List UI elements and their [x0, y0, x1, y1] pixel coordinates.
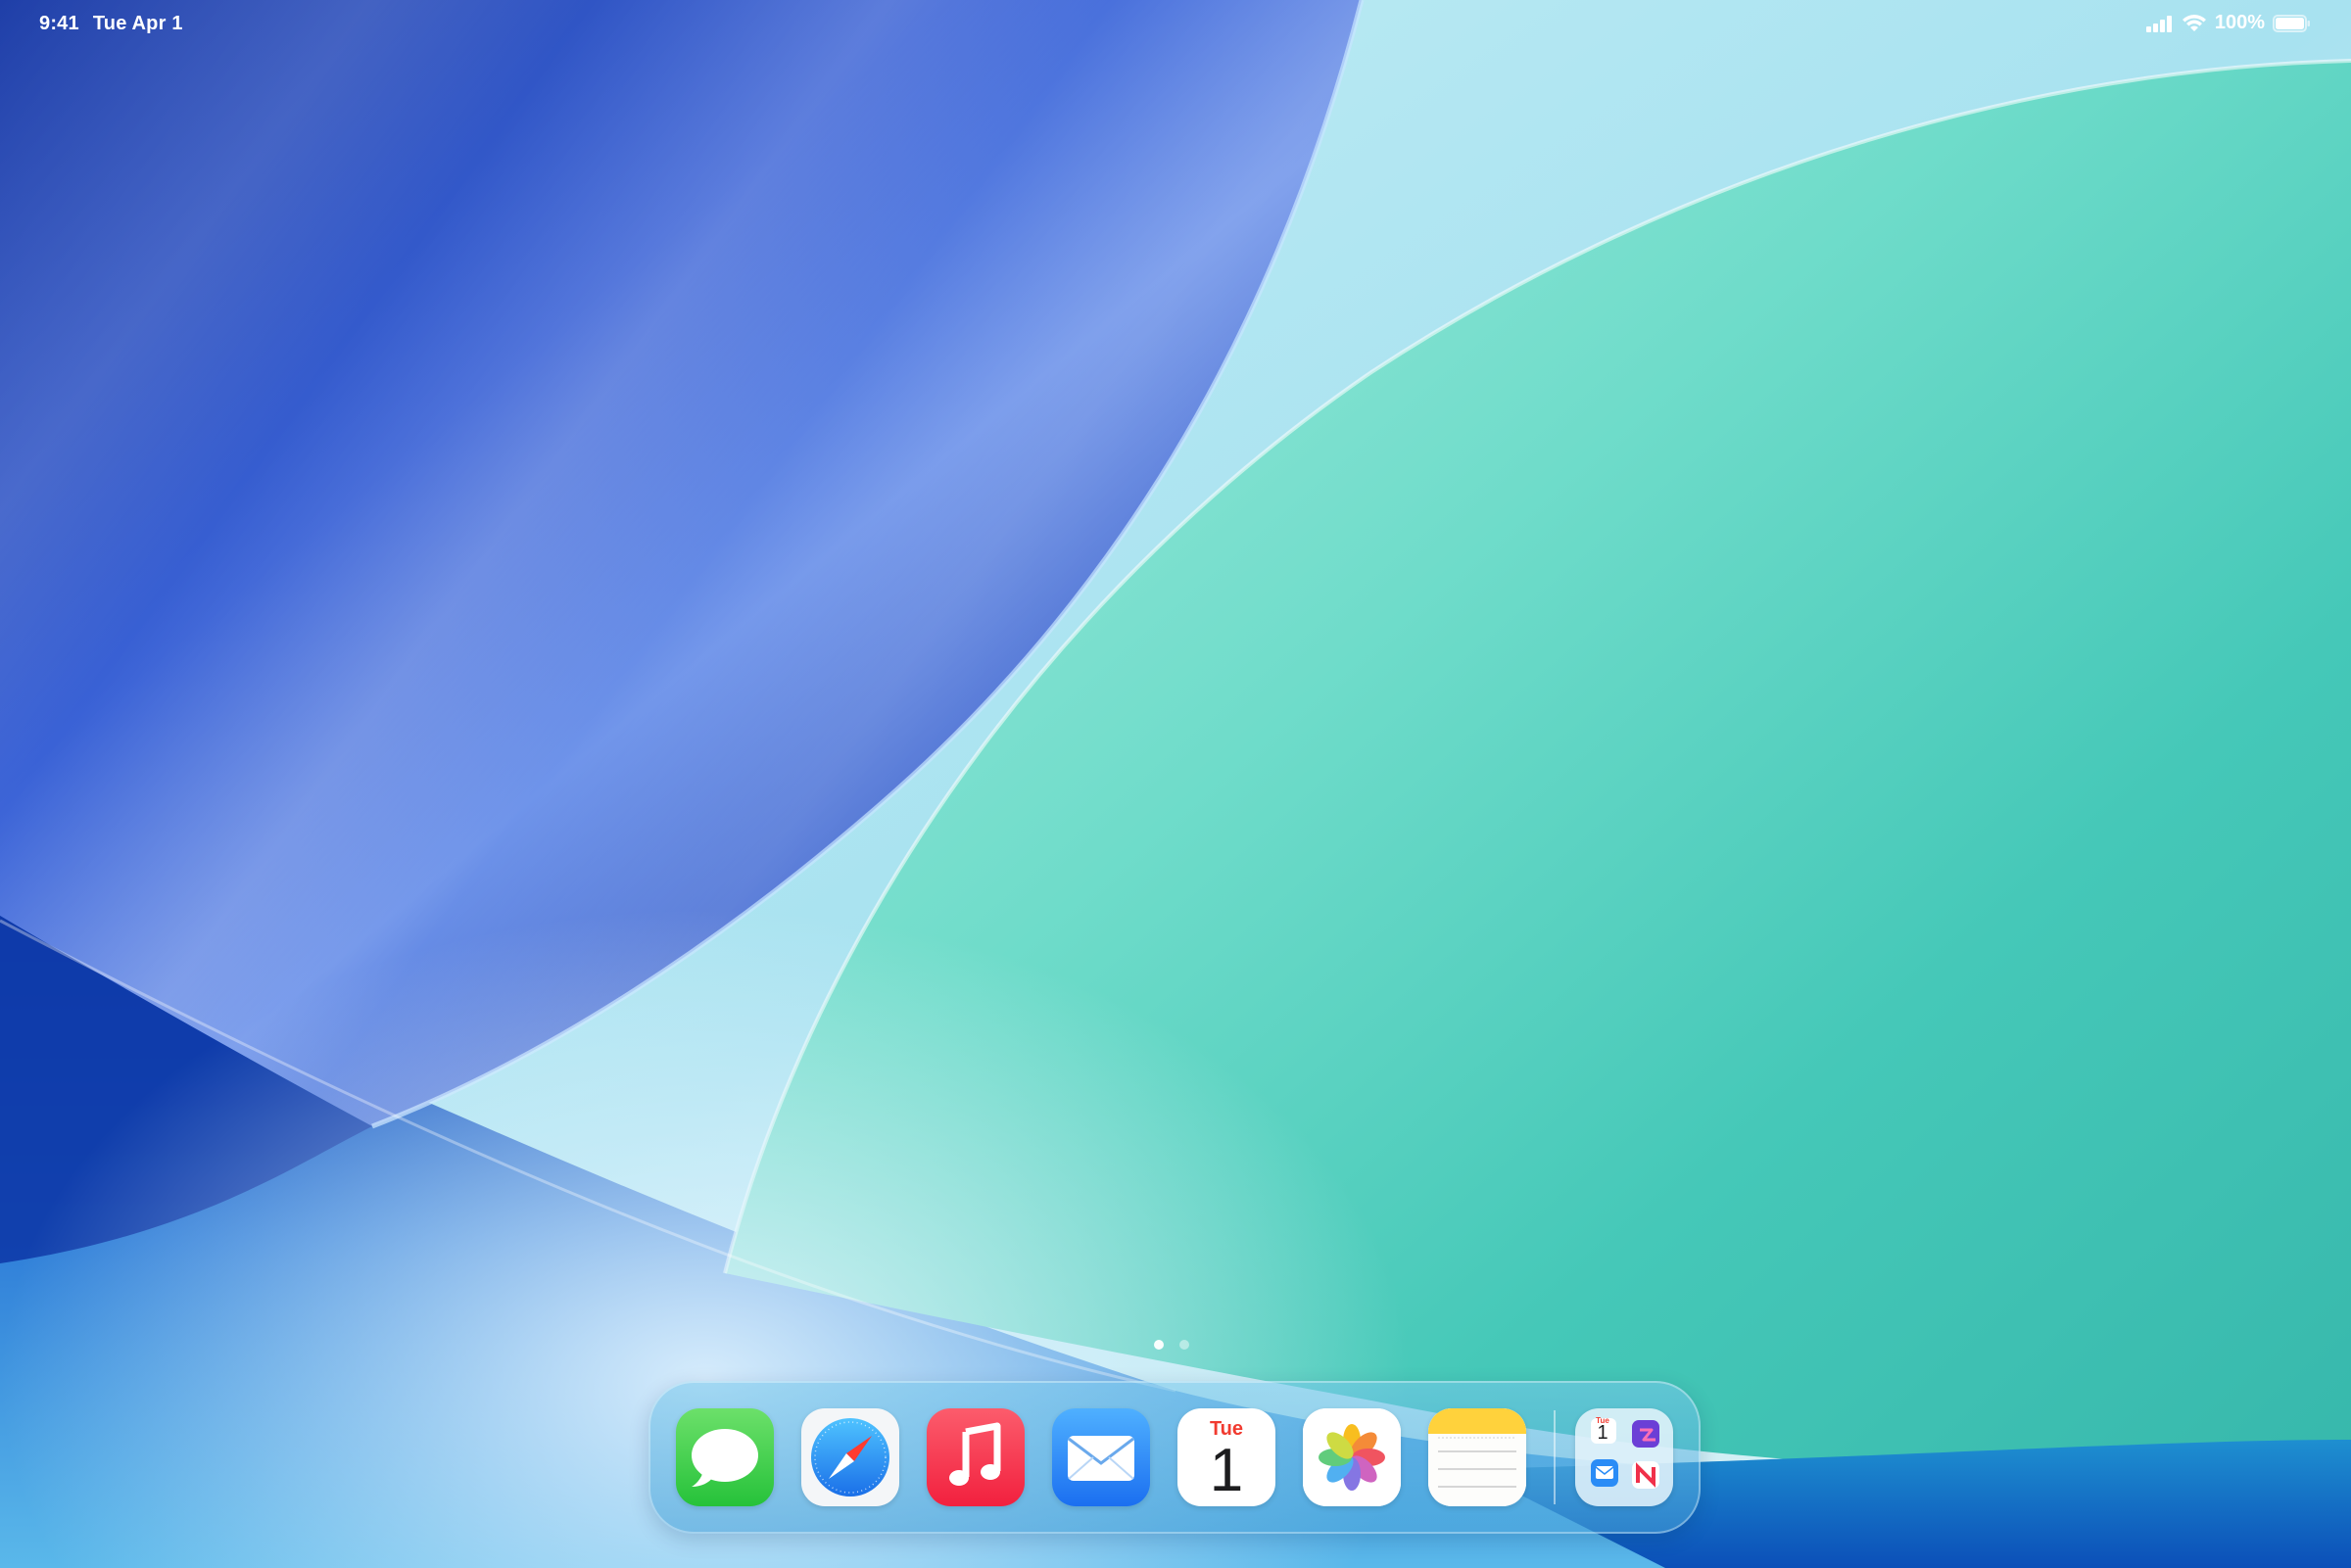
notes-icon — [1428, 1408, 1526, 1506]
messages-app[interactable] — [676, 1408, 774, 1506]
music-app[interactable] — [927, 1408, 1025, 1506]
status-bar-left: 9:41 Tue Apr 1 — [39, 13, 183, 35]
photos-app[interactable] — [1303, 1408, 1401, 1506]
app-library[interactable]: Tue 1 — [1575, 1408, 1673, 1506]
wifi-icon — [2182, 14, 2207, 33]
status-date: Tue Apr 1 — [92, 13, 183, 34]
mail-app[interactable] — [1052, 1408, 1150, 1506]
dock-divider — [1554, 1410, 1556, 1504]
page-indicator[interactable] — [1154, 1340, 1189, 1350]
page-dot-2[interactable] — [1179, 1340, 1189, 1350]
battery-icon — [2273, 14, 2312, 33]
messages-icon — [676, 1408, 774, 1506]
status-time: 9:41 — [39, 13, 79, 34]
status-bar-right: 100% — [2145, 12, 2312, 34]
wallpaper — [0, 0, 2351, 1568]
cellular-signal-icon — [2145, 15, 2174, 32]
calendar-app[interactable]: Tue 1 — [1177, 1408, 1275, 1506]
mail-icon — [1052, 1408, 1150, 1506]
notes-app[interactable] — [1428, 1408, 1526, 1506]
photos-icon — [1303, 1408, 1401, 1506]
app-library-icon — [1591, 1418, 1659, 1489]
app-library-mini-date: 1 — [1597, 1422, 1608, 1444]
safari-icon — [801, 1408, 899, 1506]
page-dot-1[interactable] — [1154, 1340, 1164, 1350]
dock: Tue 1 Tue 1 — [648, 1381, 1701, 1534]
safari-app[interactable] — [801, 1408, 899, 1506]
ipad-home-screen: 9:41 Tue Apr 1 100% Tue 1 Tue 1 — [0, 0, 2351, 1568]
battery-percent: 100% — [2214, 12, 2265, 33]
status-bar: 9:41 Tue Apr 1 100% — [0, 0, 2351, 51]
calendar-date-label: 1 — [1209, 1437, 1244, 1504]
music-icon — [927, 1408, 1025, 1506]
